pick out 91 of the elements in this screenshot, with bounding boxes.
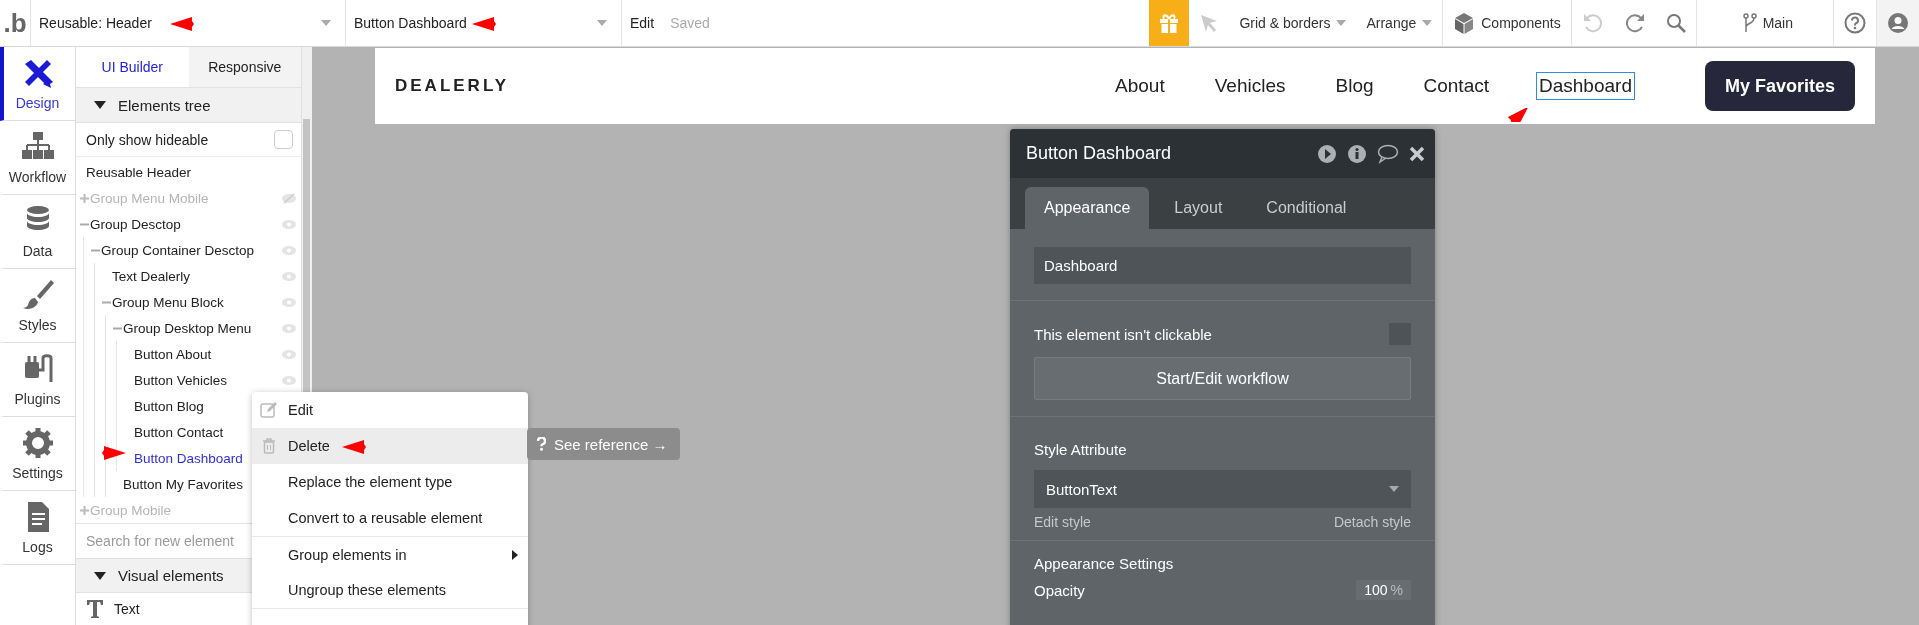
menu-item[interactable]: Edit <box>252 392 528 428</box>
edit-menu[interactable]: Edit <box>622 0 663 46</box>
caret-icon <box>1422 20 1433 26</box>
components-button[interactable]: Components <box>1442 0 1571 46</box>
section-header[interactable]: Elements tree <box>76 87 301 123</box>
menu-item[interactable]: Replace the element type <box>252 464 528 500</box>
search-icon[interactable] <box>1665 13 1686 33</box>
panel-title: Button Dashboard <box>1026 143 1172 164</box>
arrange-menu[interactable]: Arrange <box>1356 0 1443 46</box>
nav-link[interactable]: Vehicles <box>1211 72 1289 100</box>
panel-tab[interactable]: Layout <box>1155 187 1242 229</box>
tree-item[interactable]: Group Desktop Menu <box>109 315 301 342</box>
tree-item[interactable]: Group Menu Block <box>98 289 301 316</box>
eye-icon[interactable] <box>281 322 297 334</box>
eye-icon[interactable] <box>281 374 297 386</box>
nav-item[interactable]: Plugins <box>0 343 75 417</box>
nav-link[interactable]: Dashboard <box>1536 72 1635 100</box>
eye-icon[interactable] <box>281 218 297 230</box>
nav-item[interactable]: Workflow <box>0 121 75 195</box>
eye-slash-icon[interactable] <box>281 192 297 204</box>
annotation-arrow-icon <box>342 440 366 454</box>
pencil-icon <box>260 401 278 419</box>
workflow-button[interactable]: Start/Edit workflow <box>1034 357 1411 400</box>
eye-icon[interactable] <box>281 296 297 308</box>
redo-icon[interactable] <box>1623 12 1646 34</box>
brand-logo: DEALERLY <box>395 76 510 96</box>
style-dropdown[interactable]: ButtonText <box>1034 470 1411 508</box>
nav-item[interactable]: Data <box>0 195 75 269</box>
app-logo[interactable]: .b <box>0 0 31 46</box>
user-avatar-icon[interactable] <box>1887 12 1909 34</box>
edit-style-link[interactable]: Edit style <box>1034 514 1091 530</box>
gift-icon <box>1158 12 1181 34</box>
clickable-label: This element isn't clickable <box>1034 325 1212 343</box>
menu-item[interactable]: Delete <box>252 428 528 464</box>
plus-icon[interactable] <box>79 505 89 515</box>
nav-link[interactable]: About <box>1112 72 1168 100</box>
help-icon[interactable] <box>1844 12 1866 34</box>
caret-icon <box>321 20 331 26</box>
info-icon[interactable] <box>1347 143 1367 164</box>
question-icon <box>537 437 546 451</box>
menu-item[interactable]: Group elements in <box>252 536 528 572</box>
text-type-icon <box>86 599 104 620</box>
field-label: Style Attribute <box>1034 441 1128 458</box>
annotation-arrow-icon <box>102 446 126 460</box>
play-icon[interactable] <box>1317 143 1337 164</box>
save-status: Saved <box>669 14 711 33</box>
gift-button[interactable] <box>1149 0 1190 46</box>
panel-tab[interactable]: Appearance <box>1025 187 1150 229</box>
menu-item[interactable]: Convert to a reusable element <box>252 500 528 536</box>
tree-item[interactable]: Text Dealerly <box>98 263 301 290</box>
nav-item[interactable]: Logs <box>0 491 75 565</box>
submenu-arrow-icon <box>512 549 518 560</box>
tree-item[interactable]: Group Container Desctop <box>87 237 301 264</box>
grid-borders-menu[interactable]: Grid & borders <box>1229 0 1357 46</box>
opacity-field[interactable]: 100 % <box>1356 580 1411 600</box>
eye-icon[interactable] <box>281 348 297 360</box>
detach-style-link[interactable]: Detach style <box>1333 514 1411 530</box>
filter-label: Only show hideable <box>86 131 209 148</box>
tree-item[interactable]: Button Vehicles <box>120 367 301 394</box>
eye-icon[interactable] <box>281 244 297 256</box>
caret-icon <box>597 20 607 26</box>
checkbox[interactable] <box>274 130 293 150</box>
tree-item[interactable]: Button About <box>120 341 301 368</box>
opacity-label: Opacity <box>1034 581 1085 599</box>
close-icon[interactable] <box>1409 145 1425 162</box>
trash-icon <box>260 437 278 455</box>
section-title: Elements tree <box>118 96 211 114</box>
panel-tab[interactable]: Conditional <box>1247 187 1366 229</box>
nav-link[interactable]: Contact <box>1420 72 1492 100</box>
branch-icon <box>1742 13 1757 33</box>
section-title: Appearance Settings <box>1034 555 1175 572</box>
section-title: Visual elements <box>118 567 224 585</box>
caret-icon <box>1336 20 1347 26</box>
nav-item[interactable]: Settings <box>0 417 75 491</box>
eye-icon[interactable] <box>281 270 297 282</box>
nav-item[interactable]: Styles <box>0 269 75 343</box>
favorites-button[interactable]: My Favorites <box>1704 61 1855 111</box>
plus-icon[interactable] <box>79 193 89 203</box>
text-field[interactable]: Dashboard <box>1034 247 1411 284</box>
annotation-arrow-icon <box>472 17 496 31</box>
nav-link[interactable]: Blog <box>1332 72 1377 100</box>
settings-icon <box>20 426 55 460</box>
comment-icon[interactable] <box>1377 143 1399 164</box>
annotation-arrow-icon <box>170 17 194 31</box>
tree-item[interactable]: Group Desctop <box>76 211 301 238</box>
undo-icon[interactable] <box>1581 12 1604 34</box>
tree-item[interactable]: Reusable Header <box>76 159 301 186</box>
panel-tab[interactable]: Responsive <box>188 47 301 88</box>
branch-menu[interactable]: Main <box>1695 0 1833 46</box>
caret-icon <box>1389 486 1399 492</box>
cube-icon <box>1453 12 1476 34</box>
